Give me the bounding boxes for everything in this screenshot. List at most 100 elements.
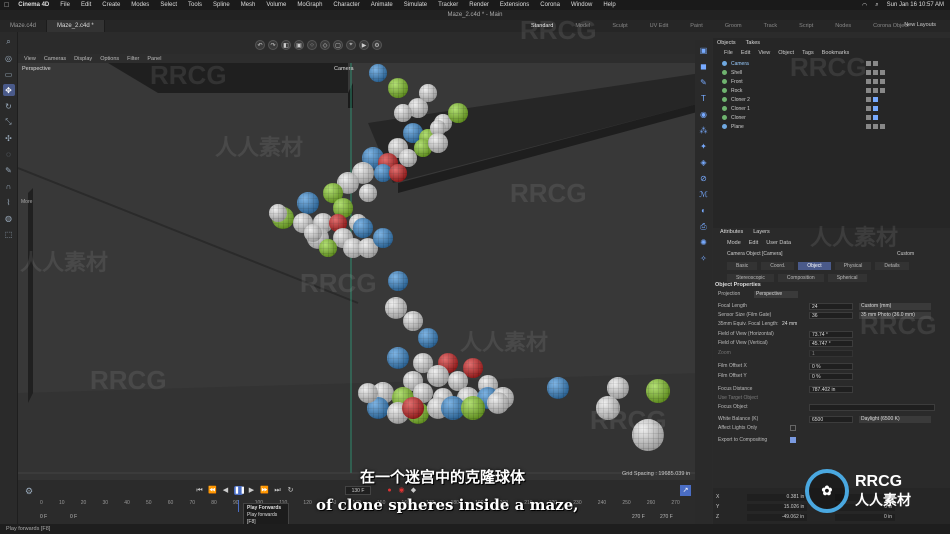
subtab-spherical[interactable]: Spherical: [827, 274, 867, 282]
menu-render[interactable]: Render: [469, 2, 489, 8]
character-icon[interactable]: ℳ: [698, 189, 709, 200]
affect-lights-checkbox[interactable]: [790, 425, 796, 431]
menu-spline[interactable]: Spline: [213, 2, 230, 8]
film-offset-x-field[interactable]: 0 %: [809, 362, 853, 370]
attr-menu-edit[interactable]: Edit: [749, 240, 758, 246]
deformer-icon[interactable]: ◈: [698, 157, 709, 168]
menu-simulate[interactable]: Simulate: [404, 2, 427, 8]
menu-file[interactable]: File: [60, 2, 70, 8]
object-row-cloner-1[interactable]: Cloner 1: [722, 104, 902, 113]
preview-end-field[interactable]: 270 F: [632, 514, 645, 520]
playhead[interactable]: [238, 500, 239, 512]
magnet-tool-icon[interactable]: ∩: [3, 180, 15, 192]
keyframe-icon[interactable]: ◆: [409, 486, 418, 495]
preview-start-field[interactable]: 0 F: [70, 514, 77, 520]
knife-tool-icon[interactable]: ✎: [3, 164, 15, 176]
view-menu-options[interactable]: Options: [100, 56, 119, 62]
scale-tool-icon[interactable]: ⤡: [3, 116, 15, 128]
timeline-graph-icon[interactable]: ↗: [680, 485, 691, 496]
next-frame-icon[interactable]: ▶: [247, 486, 256, 495]
brush-tool-icon[interactable]: ⌇: [3, 196, 15, 208]
subtab-stereoscopic[interactable]: Stereoscopic: [727, 274, 774, 282]
zoom-field[interactable]: 1: [809, 349, 853, 357]
layout-track[interactable]: Track: [753, 23, 789, 29]
rect-select-icon[interactable]: ▭: [3, 68, 15, 80]
menu-character[interactable]: Character: [333, 2, 359, 8]
view-menu-view[interactable]: View: [24, 56, 36, 62]
cloner-icon[interactable]: ⁂: [698, 125, 709, 136]
prev-frame-icon[interactable]: ◀: [221, 486, 230, 495]
field-icon[interactable]: ⊘: [698, 173, 709, 184]
apple-icon[interactable]: : [4, 2, 9, 9]
focal-preset-dropdown[interactable]: Custom (mm): [859, 302, 931, 310]
go-to-end-icon[interactable]: ⏭: [273, 486, 282, 495]
live-select-icon[interactable]: ◌: [3, 148, 15, 160]
object-mode-icon[interactable]: ▣: [294, 40, 304, 50]
undo-icon[interactable]: ↶: [255, 40, 265, 50]
subtab-basic[interactable]: Basic: [727, 262, 758, 270]
white-balance-dropdown[interactable]: Daylight (6500 K): [859, 415, 931, 423]
menu-window[interactable]: Window: [571, 2, 592, 8]
film-offset-y-field[interactable]: 0 %: [809, 372, 853, 380]
rotate-tool-icon[interactable]: ↻: [3, 100, 15, 112]
layout-sculpt[interactable]: Sculpt: [601, 23, 638, 29]
clock[interactable]: Sun Jan 16 10:57 AM: [887, 2, 944, 8]
layout-paint[interactable]: Paint: [679, 23, 714, 29]
subtab-object[interactable]: Object: [798, 262, 831, 270]
doc-tab-maze-2[interactable]: Maze_2.c4d *: [47, 20, 105, 32]
focus-distance-field[interactable]: 787.402 in: [809, 385, 853, 393]
menu-animate[interactable]: Animate: [371, 2, 393, 8]
layout-groom[interactable]: Groom: [714, 23, 753, 29]
wifi-icon[interactable]: ◠: [862, 2, 867, 9]
object-row-plane[interactable]: Plane: [722, 122, 902, 131]
search-icon[interactable]: ⌕: [875, 2, 878, 9]
prev-key-icon[interactable]: ⏪: [208, 486, 217, 495]
redo-icon[interactable]: ↷: [268, 40, 278, 50]
app-menu[interactable]: Cinema 4D: [18, 2, 49, 8]
focus-object-link[interactable]: [809, 403, 935, 411]
layout-uv-edit[interactable]: UV Edit: [639, 23, 680, 29]
sensor-size-field[interactable]: 36: [809, 311, 853, 319]
menu-mograph[interactable]: MoGraph: [297, 2, 322, 8]
tab-layers[interactable]: Layers: [753, 229, 770, 235]
menu-help[interactable]: Help: [603, 2, 615, 8]
primitive-cube-icon[interactable]: ◼: [698, 61, 709, 72]
menu-extensions[interactable]: Extensions: [500, 2, 529, 8]
menu-edit[interactable]: Edit: [81, 2, 91, 8]
attr-menu-user-data[interactable]: User Data: [766, 240, 791, 246]
next-key-icon[interactable]: ⏩: [260, 486, 269, 495]
workplane-icon[interactable]: ⬚: [3, 228, 15, 240]
doc-tab-maze[interactable]: Maze.c4d: [0, 20, 48, 32]
record-icon[interactable]: ●: [385, 486, 394, 495]
preset-dropdown[interactable]: Custom: [897, 251, 914, 257]
menu-tracker[interactable]: Tracker: [438, 2, 458, 8]
export-compositing-checkbox[interactable]: [790, 437, 796, 443]
start-frame-field[interactable]: 0 F: [40, 514, 47, 520]
effector-icon[interactable]: ✦: [698, 141, 709, 152]
timeline-settings-icon[interactable]: ⚙: [25, 486, 35, 496]
menu-create[interactable]: Create: [102, 2, 120, 8]
pos-y-field[interactable]: 15.026 in: [747, 504, 808, 511]
layout-nodes[interactable]: Nodes: [824, 23, 862, 29]
light-icon[interactable]: ✺: [698, 237, 709, 248]
menu-corona[interactable]: Corona: [540, 2, 560, 8]
new-layouts-dropdown[interactable]: New Layouts: [904, 22, 936, 28]
obj-menu-view[interactable]: View: [758, 50, 770, 56]
white-balance-field[interactable]: 6500: [809, 415, 853, 423]
menu-mesh[interactable]: Mesh: [241, 2, 256, 8]
go-to-start-icon[interactable]: ⏮: [195, 486, 204, 495]
subtab-composition[interactable]: Composition: [777, 274, 824, 282]
loop-icon[interactable]: ↻: [286, 486, 295, 495]
view-menu-filter[interactable]: Filter: [127, 56, 139, 62]
projection-dropdown[interactable]: Perspective: [754, 290, 798, 298]
menu-volume[interactable]: Volume: [266, 2, 286, 8]
polygons-mode-icon[interactable]: ▢: [333, 40, 343, 50]
spline-pen-icon[interactable]: ✎: [698, 77, 709, 88]
move-tool-icon[interactable]: ✥: [2, 84, 15, 96]
soft-selection-icon[interactable]: ◍: [3, 212, 15, 224]
obj-menu-file[interactable]: File: [724, 50, 733, 56]
render-view-icon[interactable]: ▶: [359, 40, 369, 50]
tab-objects[interactable]: Objects: [717, 40, 736, 46]
points-mode-icon[interactable]: ⁘: [307, 40, 317, 50]
end-frame-field[interactable]: 270 F: [660, 514, 673, 520]
